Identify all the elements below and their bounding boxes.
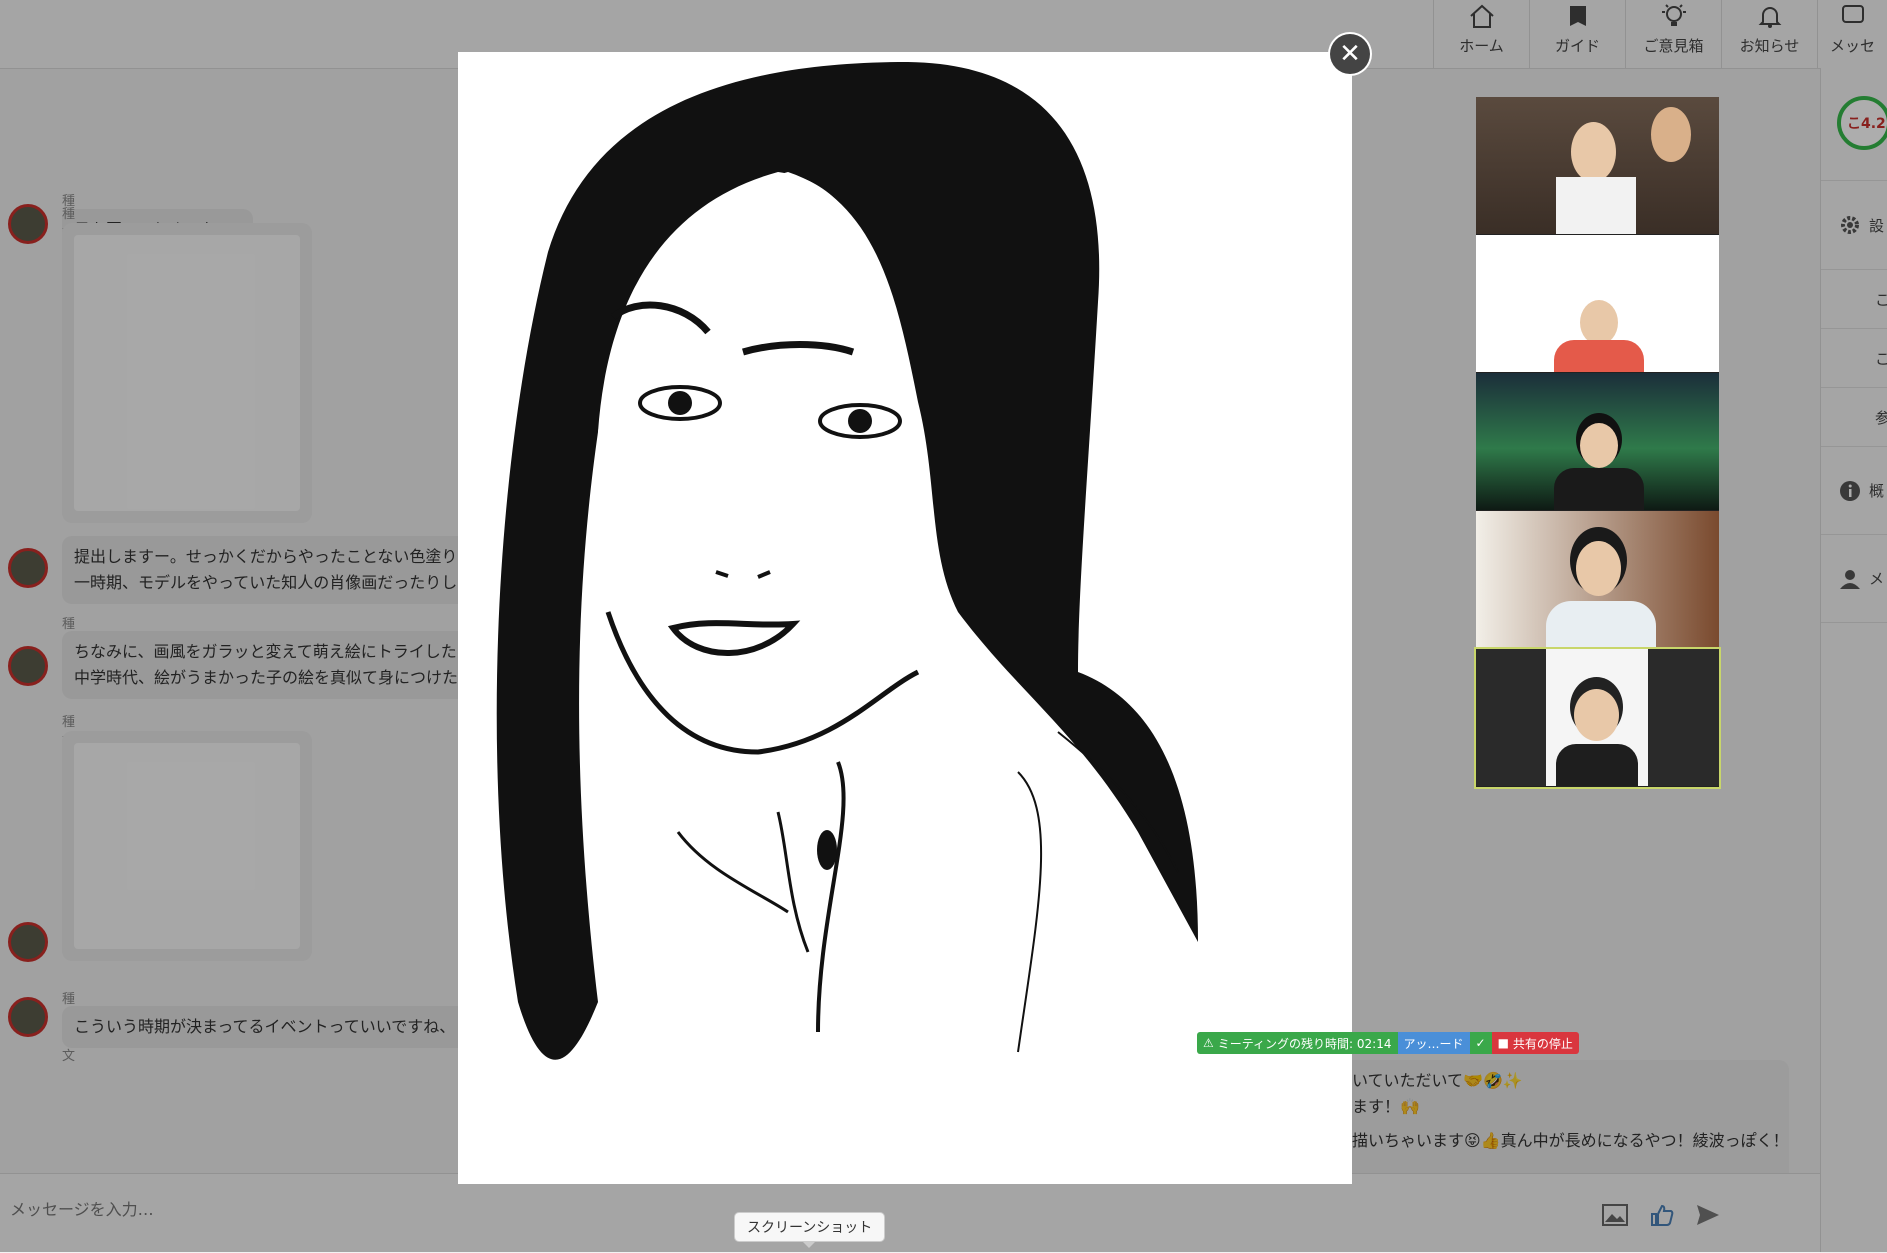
meeting-remaining-time: ミーティングの残り時間: 02:14 xyxy=(1217,1036,1392,1051)
video-tile[interactable] xyxy=(1476,97,1719,235)
security-icon[interactable]: ✓ xyxy=(1469,1032,1492,1054)
close-button[interactable]: ✕ xyxy=(1330,34,1370,74)
video-tile[interactable] xyxy=(1476,373,1719,511)
video-tile[interactable] xyxy=(1476,235,1719,373)
portrait-sketch xyxy=(458,52,1352,1184)
image-viewer xyxy=(458,52,1352,1184)
warning-icon: ⚠ xyxy=(1203,1036,1214,1050)
video-gallery xyxy=(1474,97,1721,789)
stop-share-label: 共有の停止 xyxy=(1512,1036,1573,1051)
close-icon: ✕ xyxy=(1339,39,1361,69)
video-tile-active-speaker[interactable] xyxy=(1474,647,1721,789)
screen-share-bar: ⚠ ミーティングの残り時間: 02:14 アッ…ード ✓ ■ 共有の停止 xyxy=(1197,1032,1579,1054)
share-status: ⚠ ミーティングの残り時間: 02:14 xyxy=(1197,1032,1398,1054)
stop-share-button[interactable]: ■ 共有の停止 xyxy=(1491,1032,1579,1054)
upgrade-button[interactable]: アッ…ード xyxy=(1397,1032,1470,1054)
stop-icon: ■ xyxy=(1497,1036,1509,1050)
video-tile[interactable] xyxy=(1476,511,1719,649)
screenshot-tooltip: スクリーンショット xyxy=(734,1212,886,1248)
